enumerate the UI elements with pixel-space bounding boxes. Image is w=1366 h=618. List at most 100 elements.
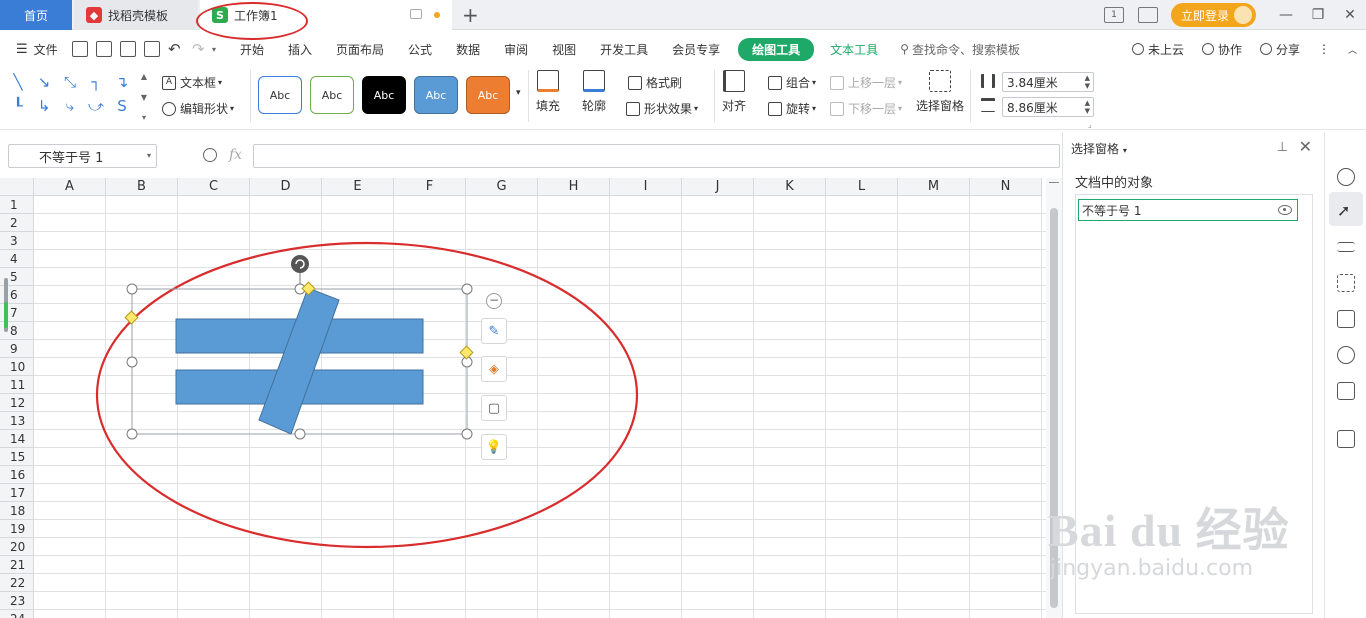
column-header[interactable]: E	[322, 178, 394, 196]
adjust-sliders-icon[interactable]	[1337, 242, 1355, 252]
close-icon[interactable]: ✕	[1334, 7, 1366, 23]
undo-icon[interactable]: ↶	[168, 41, 184, 57]
formula-input[interactable]	[253, 144, 1060, 168]
spin-arrows-icon[interactable]: ▲ ▼	[1085, 99, 1090, 115]
command-search[interactable]: ⚲ 查找命令、搜索模板	[888, 41, 1032, 58]
tab-drawing-tools[interactable]: 绘图工具	[738, 37, 815, 61]
menu-member[interactable]: 会员专享	[660, 41, 732, 58]
row-header[interactable]: 16	[0, 466, 34, 484]
shape-style-preset[interactable]: Abc	[414, 76, 458, 114]
column-header[interactable]: J	[682, 178, 754, 196]
curve-double-icon[interactable]: ⤻	[84, 94, 108, 118]
row-header[interactable]: 14	[0, 430, 34, 448]
picture-icon[interactable]	[1337, 430, 1355, 448]
cell-grid[interactable]	[34, 196, 1046, 618]
cloud-button[interactable]: 未上云	[1123, 41, 1193, 58]
menu-formula[interactable]: 公式	[396, 41, 444, 58]
menu-start[interactable]: 开始	[228, 41, 276, 58]
select-all-corner[interactable]	[0, 178, 34, 196]
more-icon[interactable]: ⋮	[1309, 42, 1339, 56]
scroll-up-icon[interactable]: ▲	[141, 72, 147, 81]
arrow-line-icon[interactable]: ↘	[32, 70, 56, 94]
column-header[interactable]: F	[394, 178, 466, 196]
shape-width-input[interactable]: 8.86厘米 ▲ ▼	[1002, 97, 1094, 117]
print-icon[interactable]	[120, 41, 136, 57]
elbow-double-icon[interactable]: ┖	[6, 94, 30, 118]
float-outline-icon[interactable]: ▢	[481, 395, 507, 421]
row-header[interactable]: 19	[0, 520, 34, 538]
column-header[interactable]: K	[754, 178, 826, 196]
row-header[interactable]: 21	[0, 556, 34, 574]
align-button[interactable]: 对齐	[722, 70, 746, 114]
menu-review[interactable]: 审阅	[492, 41, 540, 58]
grid-apps-icon[interactable]	[1137, 7, 1158, 23]
column-header[interactable]: A	[34, 178, 106, 196]
row-header[interactable]: 13	[0, 412, 34, 430]
row-header[interactable]: 20	[0, 538, 34, 556]
list-item[interactable]: 不等于号 1	[1078, 199, 1298, 221]
redo-icon[interactable]: ↷	[192, 41, 208, 57]
shape-style-preset[interactable]: Abc	[362, 76, 406, 114]
login-button[interactable]: 立即登录	[1170, 3, 1256, 27]
row-header[interactable]: 18	[0, 502, 34, 520]
column-header[interactable]: N	[970, 178, 1042, 196]
tab-text-tools[interactable]: 文本工具	[820, 41, 888, 58]
collapse-toolbar-icon[interactable]: −	[486, 293, 502, 309]
rocket-icon[interactable]	[1337, 168, 1355, 186]
shape-style-preset[interactable]: Abc	[310, 76, 354, 114]
fill-button[interactable]: 填充	[536, 70, 560, 114]
menu-view[interactable]: 视图	[540, 41, 588, 58]
row-header[interactable]: 3	[0, 232, 34, 250]
row-header[interactable]: 22	[0, 574, 34, 592]
image-tool-icon[interactable]	[1337, 310, 1355, 328]
cursor-select-icon[interactable]: ➚	[1337, 202, 1355, 220]
monitor-icon[interactable]	[410, 9, 422, 19]
style-gallery-more-icon[interactable]: ▾	[516, 88, 521, 98]
float-effect-bulb-icon[interactable]: 💡	[481, 434, 507, 460]
column-header[interactable]: B	[106, 178, 178, 196]
column-header[interactable]: M	[898, 178, 970, 196]
edit-shape-button[interactable]: 编辑形状 ▾	[162, 100, 234, 117]
row-header[interactable]: 1	[0, 196, 34, 214]
vertical-scrollbar[interactable]	[1046, 178, 1062, 618]
row-header[interactable]: 11	[0, 376, 34, 394]
row-header[interactable]: 4	[0, 250, 34, 268]
row-header[interactable]: 23	[0, 592, 34, 610]
new-tab-button[interactable]: +	[462, 3, 479, 27]
row-header[interactable]: 10	[0, 358, 34, 376]
menu-data[interactable]: 数据	[444, 41, 492, 58]
elbow-arrow-icon[interactable]: ↴	[110, 70, 134, 94]
scroll-thumb[interactable]	[1050, 208, 1058, 608]
tab-docer-templates[interactable]: ◆ 找稻壳模板	[74, 0, 198, 30]
row-header[interactable]: 2	[0, 214, 34, 232]
column-header[interactable]: D	[250, 178, 322, 196]
print-preview-icon[interactable]	[144, 41, 160, 57]
gallery-more-icon[interactable]: ▾	[142, 113, 146, 122]
minimize-icon[interactable]: —	[1270, 7, 1302, 23]
curve-arrow-icon[interactable]: ⤷	[58, 94, 82, 118]
fx-icon[interactable]: fx	[229, 147, 242, 163]
restore-icon[interactable]: ❐	[1302, 7, 1334, 23]
selection-pane-button[interactable]: 选择窗格	[916, 70, 964, 114]
row-header[interactable]: 15	[0, 448, 34, 466]
scroll-down-icon[interactable]: ▼	[141, 93, 147, 102]
column-header[interactable]: C	[178, 178, 250, 196]
column-header[interactable]: G	[466, 178, 538, 196]
bring-forward-button[interactable]: 上移一层 ▾	[830, 74, 902, 91]
zoom-icon[interactable]	[203, 148, 217, 162]
menu-developer[interactable]: 开发工具	[588, 41, 660, 58]
spin-arrows-icon[interactable]: ▲ ▼	[1085, 74, 1090, 90]
shape-gallery-scroll[interactable]: ▲ ▼ ▾	[138, 72, 150, 122]
double-arrow-icon[interactable]: ⤡	[58, 70, 82, 94]
column-header[interactable]: L	[826, 178, 898, 196]
shape-effect-button[interactable]: 形状效果 ▾	[626, 100, 698, 117]
outline-button[interactable]: 轮廓	[582, 70, 606, 114]
collab-button[interactable]: 协作	[1193, 41, 1251, 58]
shape-height-input[interactable]: 3.84厘米 ▲ ▼	[1002, 72, 1094, 92]
menu-page-layout[interactable]: 页面布局	[324, 41, 396, 58]
line-icon[interactable]: ╲	[6, 70, 30, 94]
shape-style-preset[interactable]: Abc	[258, 76, 302, 114]
row-header[interactable]: 17	[0, 484, 34, 502]
row-header[interactable]: 9	[0, 340, 34, 358]
book-icon[interactable]	[1337, 382, 1355, 400]
